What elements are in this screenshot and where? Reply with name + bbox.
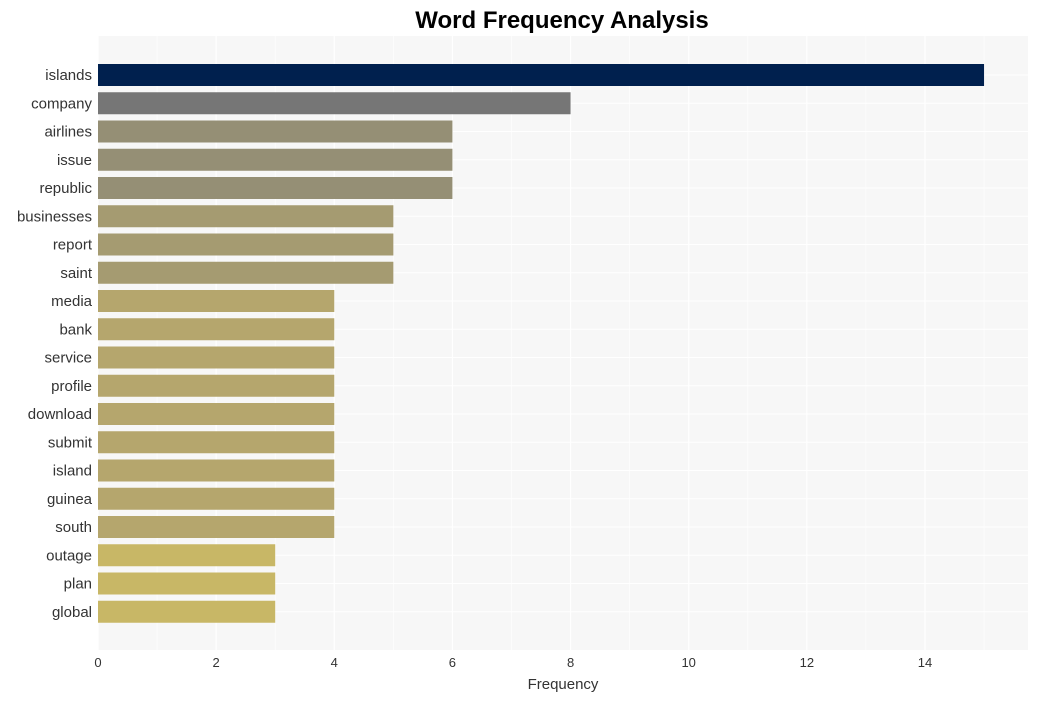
- y-tick-label: global: [52, 604, 92, 621]
- y-tick-label: service: [44, 350, 92, 367]
- x-tick-label: 2: [213, 655, 220, 670]
- bar-global: [98, 600, 276, 623]
- x-tick-label: 10: [681, 655, 695, 670]
- x-tick-label: 6: [449, 655, 456, 670]
- y-tick-label: company: [31, 95, 92, 112]
- x-tick-label: 4: [331, 655, 338, 670]
- chart-title: Word Frequency Analysis: [415, 7, 708, 34]
- y-tick-label: plan: [64, 576, 92, 593]
- word-frequency-chart: Word Frequency Analysis islands company ai…: [17, 7, 1028, 693]
- bar-service: [98, 346, 335, 369]
- bar-islands: [98, 64, 985, 86]
- x-axis-label: Frequency: [528, 676, 599, 693]
- bar-republic: [98, 177, 453, 199]
- bar-guinea: [98, 487, 335, 510]
- bar-issue: [98, 148, 453, 171]
- bar-download: [98, 403, 335, 425]
- bar-island: [98, 459, 335, 482]
- y-tick-label: bank: [59, 321, 92, 338]
- y-tick-label: issue: [57, 152, 92, 169]
- bar-plan: [98, 572, 276, 595]
- bar-airlines: [98, 120, 453, 143]
- y-tick-label: submit: [48, 434, 93, 451]
- y-tick-label: outage: [46, 547, 92, 564]
- bar-bank: [98, 318, 335, 341]
- bar-businesses: [98, 205, 394, 228]
- bar-saint: [98, 261, 394, 284]
- x-tick-label: 14: [918, 655, 932, 670]
- y-tick-label: media: [51, 293, 93, 310]
- y-tick-label: island: [53, 463, 92, 480]
- y-tick-label: report: [53, 237, 93, 254]
- y-tick-label: guinea: [47, 491, 93, 508]
- y-tick-labels: islands company airlines issue republic busin…: [17, 67, 93, 621]
- x-tick-label: 0: [94, 655, 101, 670]
- bar-company: [98, 92, 571, 115]
- y-tick-label: businesses: [17, 208, 92, 225]
- y-tick-label: saint: [60, 265, 93, 282]
- y-tick-label: republic: [39, 180, 92, 197]
- y-tick-label: south: [55, 519, 92, 536]
- y-tick-label: profile: [51, 378, 92, 395]
- bar-outage: [98, 544, 276, 567]
- x-tick-label: 12: [800, 655, 814, 670]
- bar-south: [98, 516, 335, 538]
- y-tick-label: islands: [45, 67, 92, 84]
- bar-profile: [98, 374, 335, 397]
- bar-report: [98, 233, 394, 256]
- bar-media: [98, 290, 335, 312]
- x-tick-label: 8: [567, 655, 574, 670]
- y-tick-label: airlines: [44, 124, 92, 141]
- x-tick-labels: 0 2 4 6 8 10 12 14: [94, 655, 932, 670]
- y-tick-label: download: [28, 406, 92, 423]
- bar-submit: [98, 431, 335, 454]
